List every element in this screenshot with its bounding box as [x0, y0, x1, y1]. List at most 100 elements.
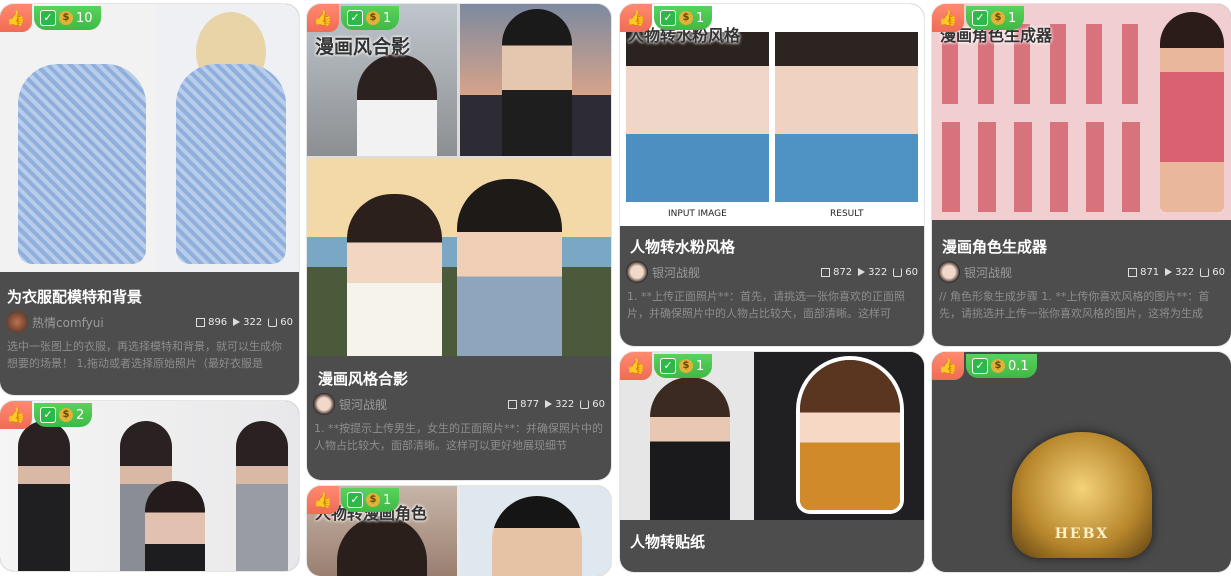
- card-meta: 银河战舰 871 322 60: [932, 260, 1231, 284]
- workflow-card[interactable]: 👍 ✓ $1 人物转贴纸: [620, 352, 924, 572]
- avatar[interactable]: [938, 261, 960, 283]
- thumbs-up-icon[interactable]: 👍: [932, 4, 964, 32]
- downloads-count: 60: [1212, 266, 1225, 278]
- check-icon: ✓: [40, 407, 56, 423]
- check-icon: ✓: [660, 358, 676, 374]
- download-icon: [580, 399, 590, 409]
- avatar[interactable]: [313, 393, 335, 415]
- thumbs-up-icon[interactable]: 👍: [620, 352, 652, 380]
- views-count: 896: [208, 316, 228, 328]
- price-badge: ✓ $1: [654, 6, 713, 30]
- card-badges: 👍 ✓ $1: [307, 486, 400, 514]
- card-title[interactable]: 漫画角色生成器: [932, 234, 1231, 260]
- play-icon: [1165, 268, 1173, 276]
- money-bag-icon: $: [366, 493, 380, 507]
- check-icon: ✓: [347, 10, 363, 26]
- card-badges: 👍 ✓ $0.1: [932, 352, 1037, 380]
- plays-count: 322: [555, 398, 575, 410]
- check-icon: ✓: [347, 492, 363, 508]
- card-title[interactable]: 为衣服配模特和背景: [0, 284, 299, 310]
- stats: 896 322 60: [196, 317, 293, 328]
- avatar[interactable]: [626, 261, 648, 283]
- card-badges: 👍 ✓ $10: [0, 4, 101, 32]
- card-info: 人物转贴纸: [620, 529, 924, 555]
- download-icon: [1200, 267, 1210, 277]
- stats: 872 322 60: [821, 267, 918, 278]
- card-info: 漫画角色生成器 银河战舰 871 322 60 // 角色形象生成步骤 1. *…: [932, 234, 1231, 322]
- workflow-card[interactable]: 人物转漫画角色 👍 ✓ $1: [307, 486, 611, 576]
- card-badges: 👍 ✓ $1: [932, 4, 1025, 32]
- plays-count: 322: [243, 316, 263, 328]
- card-thumbnail: HEBX: [932, 352, 1231, 572]
- workflow-card[interactable]: 漫画风合影 👍 ✓ $1 漫画风格合影 银河战舰 877 322 60 1. **…: [307, 4, 611, 480]
- stats: 871 322 60: [1128, 267, 1225, 278]
- workflow-card[interactable]: 👍 ✓ $10 为衣服配模特和背景 热情comfyui 896 322 60 选中…: [0, 4, 299, 395]
- money-bag-icon: $: [679, 11, 693, 25]
- price-value: 2: [76, 407, 85, 423]
- card-meta: 热情comfyui 896 322 60: [0, 310, 299, 334]
- author-name[interactable]: 银河战舰: [964, 264, 1124, 281]
- download-icon: [268, 317, 278, 327]
- card-title[interactable]: 人物转水粉风格: [620, 234, 924, 260]
- card-info: 人物转水粉风格 银河战舰 872 322 60 1. **上传正面照片**：首先…: [620, 234, 924, 322]
- views-icon: [196, 317, 206, 327]
- thumbs-up-icon[interactable]: 👍: [307, 486, 339, 514]
- card-info: 为衣服配模特和背景 热情comfyui 896 322 60 选中一张图上的衣服…: [0, 284, 299, 372]
- price-value: 1: [383, 10, 392, 26]
- card-description: 选中一张图上的衣服，再选择模特和背景，就可以生成你想要的场景！ 1,拖动或者选择…: [7, 340, 282, 370]
- price-badge: ✓ $1: [341, 488, 400, 512]
- check-icon: ✓: [972, 10, 988, 26]
- input-image-label: INPUT IMAGE: [668, 209, 727, 219]
- card-badges: 👍 ✓ $2: [0, 401, 93, 429]
- card-description: 1. **上传正面照片**：首先，请挑选一张你喜欢的正面照片，并确保照片中的人物…: [627, 290, 905, 320]
- workflow-card[interactable]: 漫画角色生成器 👍 ✓ $1 漫画角色生成器 银河战舰 871 322 60 //…: [932, 4, 1231, 346]
- price-badge: ✓ $1: [966, 6, 1025, 30]
- price-value: 1: [696, 358, 705, 374]
- price-badge: ✓ $10: [34, 6, 101, 30]
- stats: 877 322 60: [508, 399, 605, 410]
- card-thumbnail: [0, 4, 299, 272]
- result-label: RESULT: [830, 209, 864, 219]
- card-badges: 👍 ✓ $1: [307, 4, 400, 32]
- thumbs-up-icon[interactable]: 👍: [0, 401, 32, 429]
- workflow-card[interactable]: INPUT IMAGE RESULT 人物转水粉风格 👍 ✓ $1 人物转水粉风格…: [620, 4, 924, 346]
- avatar[interactable]: [6, 311, 28, 333]
- check-icon: ✓: [972, 358, 988, 374]
- thumbs-up-icon[interactable]: 👍: [932, 352, 964, 380]
- thumbs-up-icon[interactable]: 👍: [307, 4, 339, 32]
- logo-text: HEBX: [1054, 526, 1110, 542]
- price-value: 0.1: [1008, 358, 1029, 374]
- views-icon: [1128, 267, 1138, 277]
- money-bag-icon: $: [59, 11, 73, 25]
- card-title[interactable]: 人物转贴纸: [620, 529, 924, 555]
- money-bag-icon: $: [366, 11, 380, 25]
- price-badge: ✓ $1: [654, 354, 713, 378]
- thumbs-up-icon[interactable]: 👍: [620, 4, 652, 32]
- price-value: 1: [696, 10, 705, 26]
- views-icon: [508, 399, 518, 409]
- card-description: 1. **按提示上传男生，女生的正面照片**：并确保照片中的人物占比较大，面部清…: [314, 422, 603, 452]
- price-value: 1: [383, 492, 392, 508]
- views-icon: [821, 267, 831, 277]
- plays-count: 322: [1175, 266, 1195, 278]
- views-count: 871: [1140, 266, 1160, 278]
- play-icon: [233, 318, 241, 326]
- card-meta: 银河战舰 872 322 60: [620, 260, 924, 284]
- views-count: 872: [833, 266, 853, 278]
- money-bag-icon: $: [679, 359, 693, 373]
- card-description: // 角色形象生成步骤 1. **上传你喜欢风格的图片**：首先，请挑选并上传一…: [939, 290, 1210, 320]
- downloads-count: 60: [280, 316, 293, 328]
- price-value: 10: [76, 10, 93, 26]
- author-name[interactable]: 银河战舰: [652, 264, 817, 281]
- card-title[interactable]: 漫画风格合影: [307, 366, 611, 392]
- price-badge: ✓ $1: [341, 6, 400, 30]
- workflow-card[interactable]: HEBX 👍 ✓ $0.1: [932, 352, 1231, 572]
- workflow-card[interactable]: 👍 ✓ $2: [0, 401, 299, 571]
- money-bag-icon: $: [991, 359, 1005, 373]
- author-name[interactable]: 热情comfyui: [32, 314, 192, 331]
- price-badge: ✓ $0.1: [966, 354, 1037, 378]
- thumbs-up-icon[interactable]: 👍: [0, 4, 32, 32]
- money-bag-icon: $: [59, 408, 73, 422]
- author-name[interactable]: 银河战舰: [339, 396, 504, 413]
- thumbnail-caption: 漫画风合影: [315, 36, 411, 58]
